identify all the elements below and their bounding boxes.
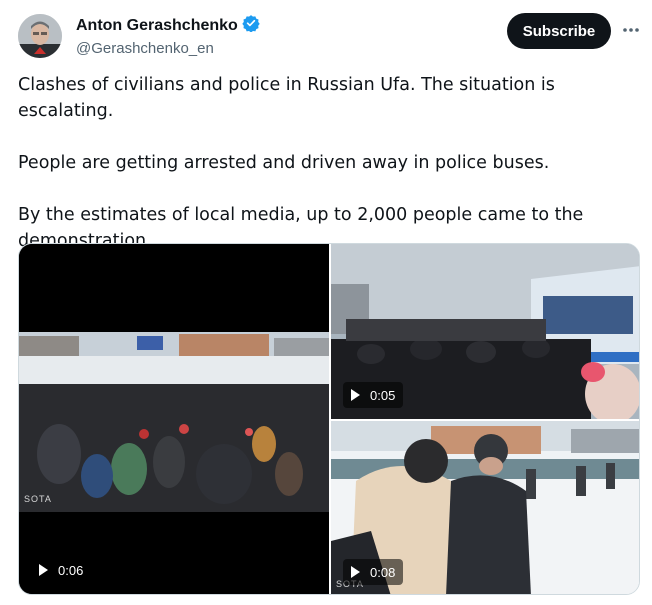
video-duration: 0:08	[370, 564, 396, 580]
video-tile-2[interactable]: 0:05	[331, 244, 639, 419]
tweet-text: Clashes of civilians and police in Russi…	[18, 72, 638, 254]
tweet-paragraph: Clashes of civilians and police in Russi…	[18, 75, 555, 121]
verified-badge-icon	[242, 14, 260, 38]
media-grid: SOTA 0:06 0:05 0:08	[18, 243, 640, 595]
video-duration-badge[interactable]: 0:08	[343, 559, 404, 585]
video-thumbnail-1	[19, 244, 329, 594]
play-icon	[351, 566, 360, 578]
author-display-name-row[interactable]: Anton Gerashchenko	[76, 14, 260, 38]
play-icon	[351, 389, 360, 401]
video-duration-badge[interactable]: 0:06	[31, 557, 92, 583]
video-duration-badge[interactable]: 0:05	[343, 382, 404, 408]
author-display-name[interactable]: Anton Gerashchenko	[76, 16, 238, 36]
video-duration: 0:05	[370, 387, 396, 403]
video-tile-1[interactable]: SOTA 0:06	[19, 244, 329, 594]
author-names: Anton Gerashchenko @Gerashchenko_en	[76, 14, 260, 60]
play-icon	[39, 564, 48, 576]
subscribe-button[interactable]: Subscribe	[507, 13, 611, 49]
video-watermark: SOTA	[24, 494, 52, 504]
video-tile-3[interactable]: SOTA 0:08	[331, 421, 639, 594]
more-dots-icon[interactable]	[621, 20, 641, 40]
avatar[interactable]	[18, 14, 62, 58]
tweet-paragraph: People are getting arrested and driven a…	[18, 153, 550, 173]
video-duration: 0:06	[58, 562, 84, 578]
author-handle[interactable]: @Gerashchenko_en	[76, 38, 260, 60]
tweet-header: Anton Gerashchenko @Gerashchenko_en Subs…	[18, 12, 641, 60]
